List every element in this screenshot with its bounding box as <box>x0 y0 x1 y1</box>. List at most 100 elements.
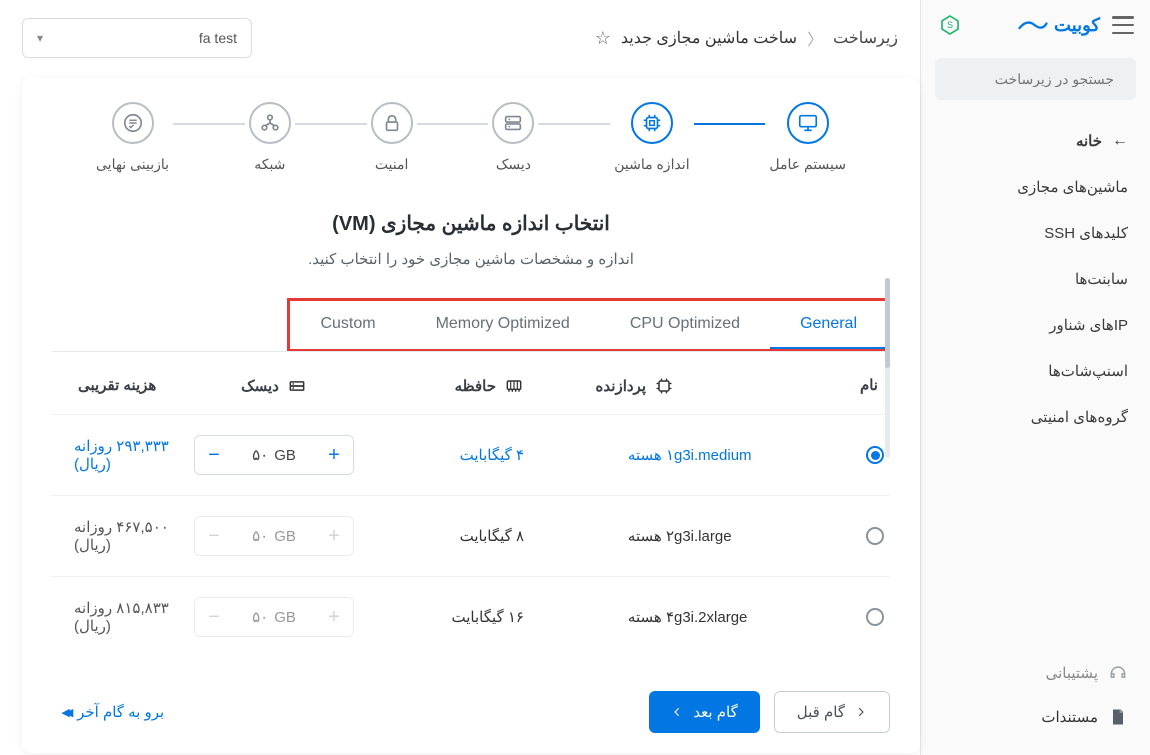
disk-stepper: − ۵۰GB + <box>194 597 354 637</box>
lock-icon <box>381 112 403 134</box>
step-review[interactable]: بازبینی نهایی <box>92 102 173 173</box>
nav-floating-ips[interactable]: IPهای شناور <box>921 302 1150 348</box>
menu-toggle[interactable] <box>1112 16 1134 34</box>
tabs-highlight-box: General CPU Optimized Memory Optimized C… <box>287 298 890 352</box>
size-row[interactable]: g3i.medium ۱ هسته ۴ گیگابایت − ۵۰GB + ۲۹… <box>52 414 890 495</box>
row-mem: ۸ گیگابایت <box>374 527 524 545</box>
disk-icon <box>287 376 307 396</box>
th-cpu: پردازنده <box>524 376 674 396</box>
radio[interactable] <box>866 608 884 626</box>
th-memory: حافظه <box>374 376 524 396</box>
row-name: g3i.2xlarge <box>674 609 852 626</box>
breadcrumb: زیرساخت 〈 ساخت ماشین مجازی جدید ☆ <box>266 26 898 50</box>
network-icon <box>259 112 281 134</box>
step-os[interactable]: سیستم عامل <box>765 102 850 173</box>
nav-home-label: خانه <box>1076 132 1102 150</box>
arrow-left-icon: ← <box>1112 132 1128 150</box>
checklist-icon <box>122 112 144 134</box>
radio-selected[interactable] <box>866 446 884 464</box>
sidebar: کوبیت S ← خانه ماشین‌های مجازی کلیدهای S… <box>920 0 1150 755</box>
chevron-left-icon: 〈 <box>807 26 823 50</box>
search-input[interactable] <box>933 71 1114 87</box>
disk-increment: + <box>315 517 353 555</box>
radio[interactable] <box>866 527 884 545</box>
row-cost: ۴۶۷,۵۰۰ روزانه (ریال) <box>58 518 174 554</box>
skip-to-last[interactable]: برو به گام آخر ◂◂ <box>62 703 164 721</box>
chip-icon <box>641 112 663 134</box>
disk-decrement: − <box>195 598 233 636</box>
svg-text:S: S <box>947 20 953 30</box>
disk-decrement[interactable]: − <box>195 436 233 474</box>
scrollbar-thumb[interactable] <box>885 278 890 368</box>
wizard-footer: گام قبل گام بعد برو به گام آخر ◂◂ <box>52 667 890 733</box>
th-name: نام <box>674 376 884 396</box>
size-row[interactable]: g3i.large ۲ هسته ۸ گیگابایت − ۵۰GB + ۴۶۷… <box>52 495 890 576</box>
size-tabs-wrap: General CPU Optimized Memory Optimized C… <box>52 298 890 352</box>
wizard-stepper: سیستم عامل اندازه ماشین دیسک امنیت شبکه <box>52 102 890 181</box>
sidebar-search[interactable] <box>935 58 1136 100</box>
row-cost: ۲۹۳,۳۳۳ روزانه (ریال) <box>58 437 174 473</box>
tab-custom[interactable]: Custom <box>290 301 405 349</box>
row-name: g3i.large <box>674 528 852 545</box>
nav-docs[interactable]: مستندات <box>921 695 1150 739</box>
nav-subnets[interactable]: سابنت‌ها <box>921 256 1150 302</box>
step-disk[interactable]: دیسک <box>488 102 538 173</box>
caret-down-icon: ▾ <box>37 31 43 45</box>
brand-logo[interactable]: کوبیت <box>975 15 1100 36</box>
step-size[interactable]: اندازه ماشین <box>610 102 693 173</box>
memory-icon <box>504 376 524 396</box>
row-cost: ۸۱۵,۸۳۳ روزانه (ریال) <box>58 599 174 635</box>
next-button[interactable]: گام بعد <box>649 691 759 733</box>
favorite-star[interactable]: ☆ <box>595 28 611 49</box>
th-cost: هزینه تقریبی <box>58 376 174 396</box>
disk-stepper[interactable]: − ۵۰GB + <box>194 435 354 475</box>
step-security[interactable]: امنیت <box>367 102 417 173</box>
headset-icon <box>1108 663 1128 683</box>
double-chevron-left-icon: ◂◂ <box>62 703 69 721</box>
nav-vms[interactable]: ماشین‌های مجازی <box>921 164 1150 210</box>
sidebar-nav: ← خانه ماشین‌های مجازی کلیدهای SSH سابنت… <box>921 118 1150 651</box>
disk-increment[interactable]: + <box>315 436 353 474</box>
tab-memory-optimized[interactable]: Memory Optimized <box>406 301 600 349</box>
section-subtitle: اندازه و مشخصات ماشین مجازی خود را انتخا… <box>52 250 890 268</box>
row-cpu: ۴ هسته <box>524 608 674 626</box>
prev-button[interactable]: گام قبل <box>774 691 890 733</box>
size-table-header: نام پردازنده حافظه دیسک هزینه تقریبی <box>52 352 890 414</box>
tab-cpu-optimized[interactable]: CPU Optimized <box>600 301 770 349</box>
step-network[interactable]: شبکه <box>245 102 295 173</box>
size-row[interactable]: g3i.2xlarge ۴ هسته ۱۶ گیگابایت − ۵۰GB + … <box>52 576 890 657</box>
chevron-left-icon <box>671 706 683 718</box>
chip-icon <box>654 376 674 396</box>
wizard-card: سیستم عامل اندازه ماشین دیسک امنیت شبکه <box>22 78 920 753</box>
row-mem: ۴ گیگابایت <box>374 446 524 464</box>
breadcrumb-root[interactable]: زیرساخت <box>833 28 898 48</box>
scrollbar[interactable] <box>885 278 890 458</box>
tab-general[interactable]: General <box>770 301 887 349</box>
server-icon <box>502 112 524 134</box>
chevron-right-icon <box>855 706 867 718</box>
breadcrumb-current: ساخت ماشین مجازی جدید <box>621 28 797 48</box>
th-disk: دیسک <box>174 376 374 396</box>
row-cpu: ۱ هسته <box>524 446 674 464</box>
row-cpu: ۲ هسته <box>524 527 674 545</box>
project-selector[interactable]: fa test ▾ <box>22 18 252 58</box>
provider-icon: S <box>937 12 963 38</box>
nav-snapshots[interactable]: اسنپ‌شات‌ها <box>921 348 1150 394</box>
row-name: g3i.medium <box>674 447 852 464</box>
nav-security-groups[interactable]: گروه‌های امنیتی <box>921 394 1150 440</box>
brand-name: کوبیت <box>1054 15 1100 36</box>
monitor-icon <box>797 112 819 134</box>
document-icon <box>1108 707 1128 727</box>
row-mem: ۱۶ گیگابایت <box>374 608 524 626</box>
nav-home[interactable]: ← خانه <box>921 118 1150 164</box>
topbar: زیرساخت 〈 ساخت ماشین مجازی جدید ☆ fa tes… <box>0 0 920 66</box>
size-tabs: General CPU Optimized Memory Optimized C… <box>290 301 887 349</box>
disk-stepper: − ۵۰GB + <box>194 516 354 556</box>
nav-support[interactable]: پشتیبانی <box>921 651 1150 695</box>
disk-increment: + <box>315 598 353 636</box>
nav-ssh-keys[interactable]: کلیدهای SSH <box>921 210 1150 256</box>
main: زیرساخت 〈 ساخت ماشین مجازی جدید ☆ fa tes… <box>0 0 920 755</box>
project-selected: fa test <box>199 30 237 46</box>
section-title: انتخاب اندازه ماشین مجازی (VM) <box>52 211 890 236</box>
wave-icon <box>1018 17 1048 33</box>
